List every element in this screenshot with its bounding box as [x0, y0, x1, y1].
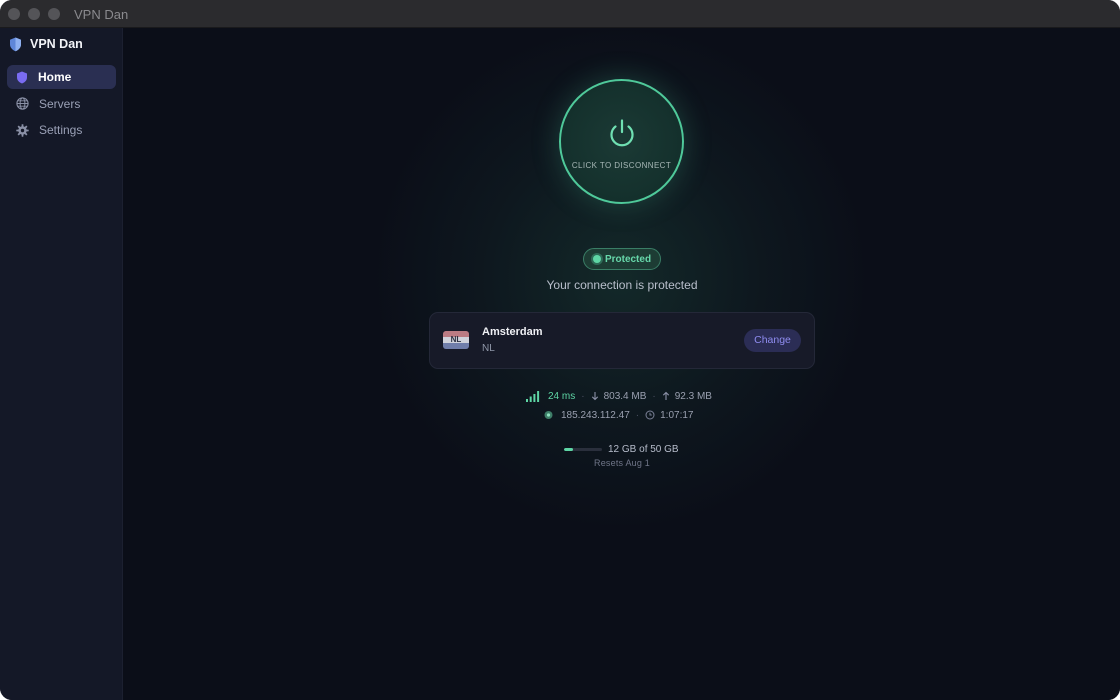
session-stats: 185.243.112.47 · 1:07:17 — [544, 408, 694, 422]
sidebar-nav: Home Servers Settings — [7, 65, 116, 145]
change-server-button[interactable]: Change — [744, 329, 801, 352]
separator-dot: · — [635, 409, 640, 421]
server-card: NL Amsterdam NL Change — [429, 312, 815, 369]
download-arrow-icon — [591, 392, 598, 401]
sidebar-item-home[interactable]: Home — [7, 65, 116, 89]
flag-code: NL — [443, 331, 469, 349]
upload-value: 92.3 MB — [674, 390, 712, 402]
download-value: 803.4 MB — [603, 390, 647, 402]
separator-dot: · — [581, 390, 585, 402]
clock-icon — [645, 410, 655, 420]
separator-dot: · — [652, 390, 656, 402]
latency-value: 24 ms — [548, 390, 576, 402]
server-country: NL — [482, 343, 495, 354]
status-dot-icon — [592, 255, 601, 263]
server-city: Amsterdam — [482, 326, 543, 338]
session-duration: 1:07:17 — [660, 409, 694, 421]
brand-name: VPN Dan — [30, 37, 83, 51]
sidebar: VPN Dan Home Servers Settings — [0, 28, 123, 700]
status-badge-label: Protected — [604, 253, 652, 265]
sidebar-item-servers[interactable]: Servers — [7, 92, 116, 116]
power-icon — [610, 119, 634, 147]
title-bar: VPN Dan — [0, 0, 1120, 28]
ip-shield-icon — [544, 411, 553, 419]
maximize-window-button[interactable] — [48, 8, 60, 20]
disconnect-button[interactable]: CLICK TO DISCONNECT — [559, 79, 684, 204]
app-window: VPN Dan VPN Dan Home Servers Settings CL… — [0, 0, 1120, 700]
close-window-button[interactable] — [8, 8, 20, 20]
nl-flag-icon: NL — [443, 331, 469, 349]
shield-logo-icon — [10, 37, 21, 51]
minimize-window-button[interactable] — [28, 8, 40, 20]
sidebar-item-settings[interactable]: Settings — [7, 118, 116, 142]
shield-icon — [17, 71, 27, 83]
sidebar-item-label: Servers — [39, 96, 81, 111]
sidebar-item-label: Home — [38, 70, 72, 84]
quota-progress-bar — [564, 447, 602, 451]
upload-arrow-icon — [662, 391, 669, 400]
brand: VPN Dan — [9, 36, 83, 52]
traffic-stats: 24 ms · 803.4 MB · 92.3 MB — [526, 389, 712, 403]
main-panel: CLICK TO DISCONNECT Protected Your conne… — [124, 28, 1120, 700]
window-title: VPN Dan — [74, 7, 129, 22]
status-badge: Protected — [583, 248, 661, 270]
status-text: Your connection is protected — [546, 278, 698, 292]
signal-bars-icon — [526, 390, 540, 402]
ip-address: 185.243.112.47 — [561, 409, 630, 421]
data-quota: 12 GB of 50 GB — [564, 442, 679, 456]
quota-text: 12 GB of 50 GB — [608, 443, 679, 455]
sidebar-item-label: Settings — [39, 123, 83, 137]
quota-progress-fill — [564, 447, 574, 451]
gear-icon — [16, 123, 29, 137]
globe-icon — [16, 97, 29, 110]
disconnect-label: CLICK TO DISCONNECT — [571, 161, 672, 170]
quota-reset-text: Resets Aug 1 — [594, 458, 650, 468]
